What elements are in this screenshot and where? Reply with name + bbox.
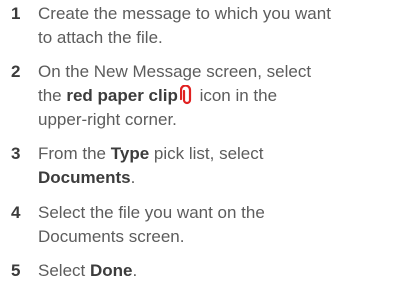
- step-text-segment: .: [132, 261, 138, 280]
- step-text: From the Type pick list, select Document…: [38, 142, 408, 190]
- step-text: Create the message to which you want to …: [38, 2, 408, 50]
- step-text: Select Done.: [38, 259, 408, 283]
- step-text-segment: .: [130, 168, 136, 187]
- step-text-segment: the: [38, 86, 67, 105]
- step-text-segment: pick list, select: [149, 144, 264, 163]
- step-number: 5: [11, 261, 21, 280]
- step-text-segment: icon in the: [194, 86, 278, 105]
- step-text-line: On the New Message screen, select: [38, 62, 312, 81]
- step-text-segment: Select: [38, 261, 90, 280]
- step-text-line: Documents screen.: [38, 227, 185, 246]
- step-number: 1: [11, 4, 21, 23]
- step-text-line: Create the message to which you want: [38, 4, 331, 23]
- step-number: 4: [11, 203, 21, 222]
- step-text-line: to attach the file.: [38, 28, 163, 47]
- step-text: On the New Message screen, select the re…: [38, 60, 408, 132]
- step-emphasis: Done: [89, 261, 133, 280]
- step-number: 2: [11, 62, 21, 81]
- step-text-line: upper-right corner.: [38, 110, 177, 129]
- step-emphasis: Type: [110, 144, 150, 163]
- step-text: Select the file you want on the Document…: [38, 201, 408, 249]
- step-emphasis: Documents: [38, 168, 131, 187]
- step-text-line: Select the file you want on the: [38, 203, 265, 222]
- step-text-segment: From the: [38, 144, 111, 163]
- step-emphasis: red paper clip: [66, 86, 178, 105]
- step-number: 3: [11, 144, 21, 163]
- paperclip-icon: [179, 85, 191, 105]
